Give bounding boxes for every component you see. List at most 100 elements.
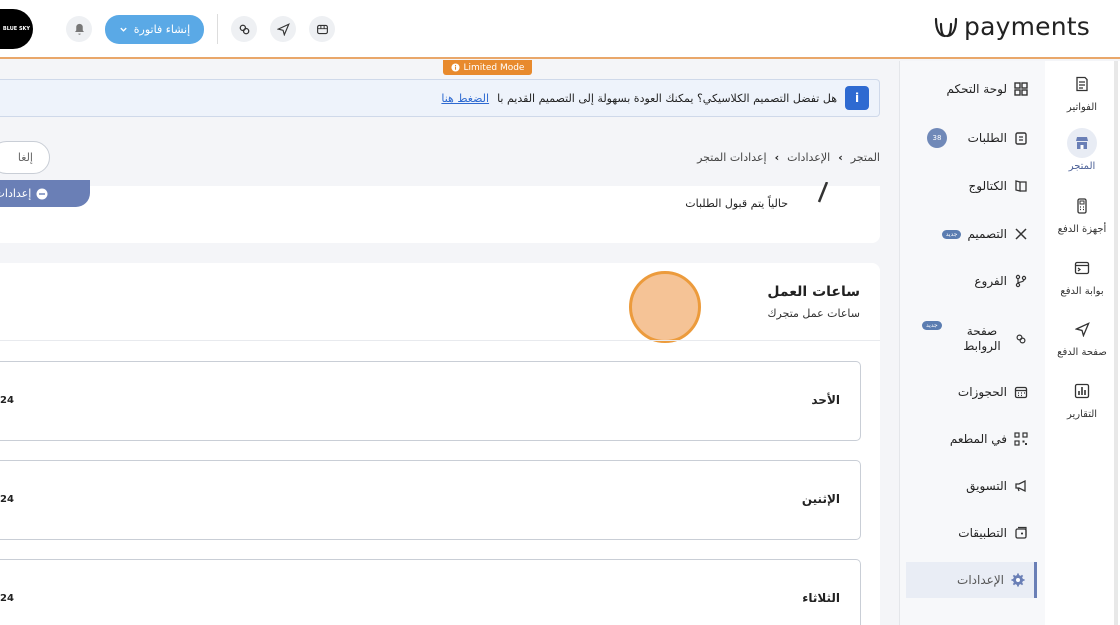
rail-item-payment-gateway[interactable]: بوابة الدفع [1052,253,1112,297]
day-hours: 24 [0,593,14,604]
day-hours: 24 [0,494,14,505]
chevron-down-icon [120,27,127,32]
toolbar-divider [217,14,218,44]
day-row-sunday[interactable]: الأحد 24 [0,361,861,441]
menu-item-dashboard[interactable]: لوحة التحكم [910,74,1029,104]
menu-item-label: الإعدادات [957,573,1004,587]
rail-item-invoices[interactable]: الفواتير [1052,69,1112,113]
menu-item-label: لوحة التحكم [946,82,1008,96]
menu-item-catalog[interactable]: الكتالوج [910,171,1029,201]
breadcrumb-store[interactable]: المتجر [851,151,880,164]
rail-item-store[interactable]: المتجر [1052,128,1112,172]
menu-item-links-page[interactable]: جديد صفحة الروابط [910,319,1029,359]
link-icon[interactable] [231,16,257,42]
gateway-icon [1067,253,1097,283]
store-status-card: حالياً يتم قبول الطلبات إعدادات ال [0,180,880,243]
menu-item-bookings[interactable]: الحجوزات [910,377,1029,407]
new-badge: جديد [941,229,962,239]
menu-item-label: التصميم [967,227,1007,241]
accepting-orders-text: حالياً يتم قبول الطلبات [685,197,788,210]
catalog-icon [1013,178,1029,194]
working-hours-subtitle: ساعات عمل متجرك [767,307,860,320]
apps-icon [1013,525,1029,541]
notice-link[interactable]: الضغط هنا [441,92,489,105]
qr-icon [1013,431,1029,447]
rail-item-payment-page[interactable]: صفحة الدفع [1052,314,1112,358]
main-nav-rail: الفواتير المتجر أجهزة الدفع بوابة الدفع … [1045,61,1120,625]
menu-item-branches[interactable]: الفروع [910,266,1029,296]
create-invoice-button[interactable]: إنشاء فاتورة [105,15,204,44]
cancel-button[interactable]: إلغا [0,141,50,174]
rail-item-label: المتجر [1068,161,1096,172]
reports-icon [1067,376,1097,406]
rail-item-reports[interactable]: التقارير [1052,376,1112,420]
calendar-icon [1013,384,1029,400]
brand-logo[interactable]: payments [932,12,1090,41]
chevron-left-icon: › [774,151,780,164]
minus-circle-icon [36,188,48,199]
rail-item-label: التقارير [1066,409,1098,420]
day-name: الأحد [811,393,840,407]
day-row-monday[interactable]: الإثنين 24 [0,460,861,540]
brand-mark-icon [932,13,960,41]
menu-item-settings[interactable]: الإعدادات [906,562,1037,598]
working-hours-card: ساعات العمل ساعات عمل متجرك الأحد 24 الإ… [0,263,880,625]
breadcrumb: المتجر › الإعدادات › إعدادات المتجر [697,151,880,164]
menu-item-label: التسويق [966,479,1007,493]
chevron-left-icon: › [838,151,843,164]
page-header: المتجر › الإعدادات › إعدادات المتجر إلغا [0,128,899,186]
brand-name: payments [964,12,1090,41]
menu-item-label: في المطعم [949,432,1007,446]
day-hours: 24 [0,395,14,406]
working-hours-title: ساعات العمل [767,284,860,300]
store-settings-pill-button[interactable]: إعدادات ال [0,180,90,207]
invoice-icon [1067,69,1097,99]
scrollbar[interactable] [1114,61,1118,625]
design-icon [1013,226,1029,242]
grid-icon [1013,81,1029,97]
pos-device-icon [1067,191,1097,221]
click-indicator [629,271,701,343]
new-badge: جديد [922,321,942,330]
breadcrumb-store-settings: إعدادات المتجر [697,151,767,164]
notice-text: هل تفضل التصميم الكلاسيكي؟ يمكنك العودة … [497,91,837,105]
menu-item-label: صفحة الروابط [963,324,1001,353]
send-icon [1067,314,1097,344]
menu-item-label: الكتالوج [968,179,1008,193]
menu-item-design[interactable]: جديد التصميم [910,219,1029,249]
menu-item-label: الطلبات [967,131,1007,145]
send-icon[interactable] [270,16,296,42]
top-bar: BLUE SKY إنشاء فاتورة payments [0,0,1120,59]
megaphone-icon [1013,478,1029,494]
orders-count-badge: 38 [927,128,947,148]
rail-item-pos-devices[interactable]: أجهزة الدفع [1052,191,1112,235]
store-front-icon[interactable] [309,16,335,42]
store-icon [1067,128,1097,158]
info-icon: i [845,86,869,110]
breadcrumb-settings[interactable]: الإعدادات [787,151,830,164]
menu-item-apps[interactable]: التطبيقات [910,518,1029,548]
menu-item-marketing[interactable]: التسويق [910,471,1029,501]
avatar[interactable]: BLUE SKY [0,9,33,49]
bell-icon[interactable] [66,16,92,42]
create-invoice-label: إنشاء فاتورة [133,23,191,36]
pill-label: إعدادات ال [0,187,32,200]
rail-item-label: الفواتير [1066,102,1098,113]
day-row-tuesday[interactable]: الثلاثاء 24 [0,559,861,625]
divider [0,340,880,341]
rail-item-label: صفحة الدفع [1057,347,1107,358]
day-name: الثلاثاء [802,591,840,605]
pen-icon [817,182,829,203]
limited-mode-label: Limited Mode [463,62,525,73]
menu-item-dine-in[interactable]: في المطعم [910,424,1029,454]
classic-design-notice: i هل تفضل التصميم الكلاسيكي؟ يمكنك العود… [0,79,880,117]
limited-mode-tag: Limited Mode [443,60,532,75]
menu-item-orders[interactable]: 38 الطلبات [910,123,1029,153]
menu-item-label: التطبيقات [958,526,1007,540]
info-icon [450,63,460,72]
gear-icon [1010,572,1026,588]
branch-icon [1013,273,1029,289]
orders-icon [1013,130,1029,146]
rail-item-label: أجهزة الدفع [1057,224,1107,235]
menu-item-label: الفروع [974,274,1007,288]
